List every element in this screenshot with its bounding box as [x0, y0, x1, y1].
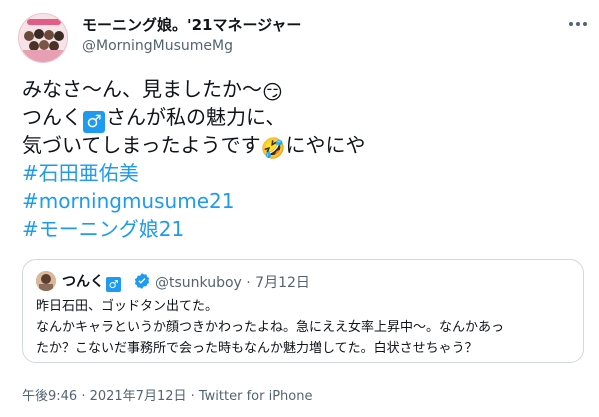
male-sign-emoji-icon: ♂ — [83, 111, 105, 133]
tweet: モーニング娘。'21マネージャー @MorningMusumeMg みなさ〜ん、… — [0, 0, 599, 417]
quoted-author-name[interactable]: つんく ♂ — [62, 271, 121, 292]
quoted-handle-date[interactable]: @tsunkuboy · 7月12日 — [155, 272, 310, 292]
tweet-line-3: 気づいてしまったようです🤣にやにや — [22, 133, 366, 160]
author-avatar[interactable] — [18, 13, 68, 63]
hashtag-link[interactable]: #石田亜佑美 — [22, 161, 139, 185]
tweet-source[interactable]: Twitter for iPhone — [199, 389, 313, 404]
verified-icon — [134, 273, 150, 289]
hashtag-link[interactable]: #morningmusume21 — [22, 189, 234, 213]
tweet-line-2: つんく ♂ さんが私の魅力に、 — [22, 105, 286, 133]
male-sign-emoji-icon: ♂ — [106, 277, 121, 292]
quoted-tweet-text: 昨日石田、ゴッドタン出てた。 なんかキャラというか顔つきかわったよね。急にええ女… — [36, 299, 505, 356]
author-handle[interactable]: @MorningMusumeMg — [82, 38, 233, 54]
smirk-emoji-icon: 😏 — [262, 80, 283, 104]
hashtag-link[interactable]: #モーニング娘21 — [22, 217, 184, 241]
quoted-tweet[interactable]: つんく ♂ @tsunkuboy · 7月12日 昨日石田、ゴッドタン出てた。 な… — [22, 259, 584, 363]
quoted-author-avatar[interactable] — [36, 271, 56, 291]
tweet-timestamp[interactable]: 午後9:46 · 2021年7月12日 · — [22, 389, 199, 404]
tweet-meta: 午後9:46 · 2021年7月12日 · Twitter for iPhone — [22, 385, 312, 404]
more-icon[interactable] — [568, 17, 588, 31]
author-display-name[interactable]: モーニング娘。'21マネージャー — [82, 14, 301, 35]
tweet-text: みなさ〜ん、見ましたか〜😏 つんく ♂ さんが私の魅力に、 気づいてしまったようです… — [22, 75, 366, 243]
tweet-line-1: みなさ〜ん、見ましたか〜😏 — [22, 77, 283, 104]
rofl-emoji-icon: 🤣 — [260, 136, 286, 160]
